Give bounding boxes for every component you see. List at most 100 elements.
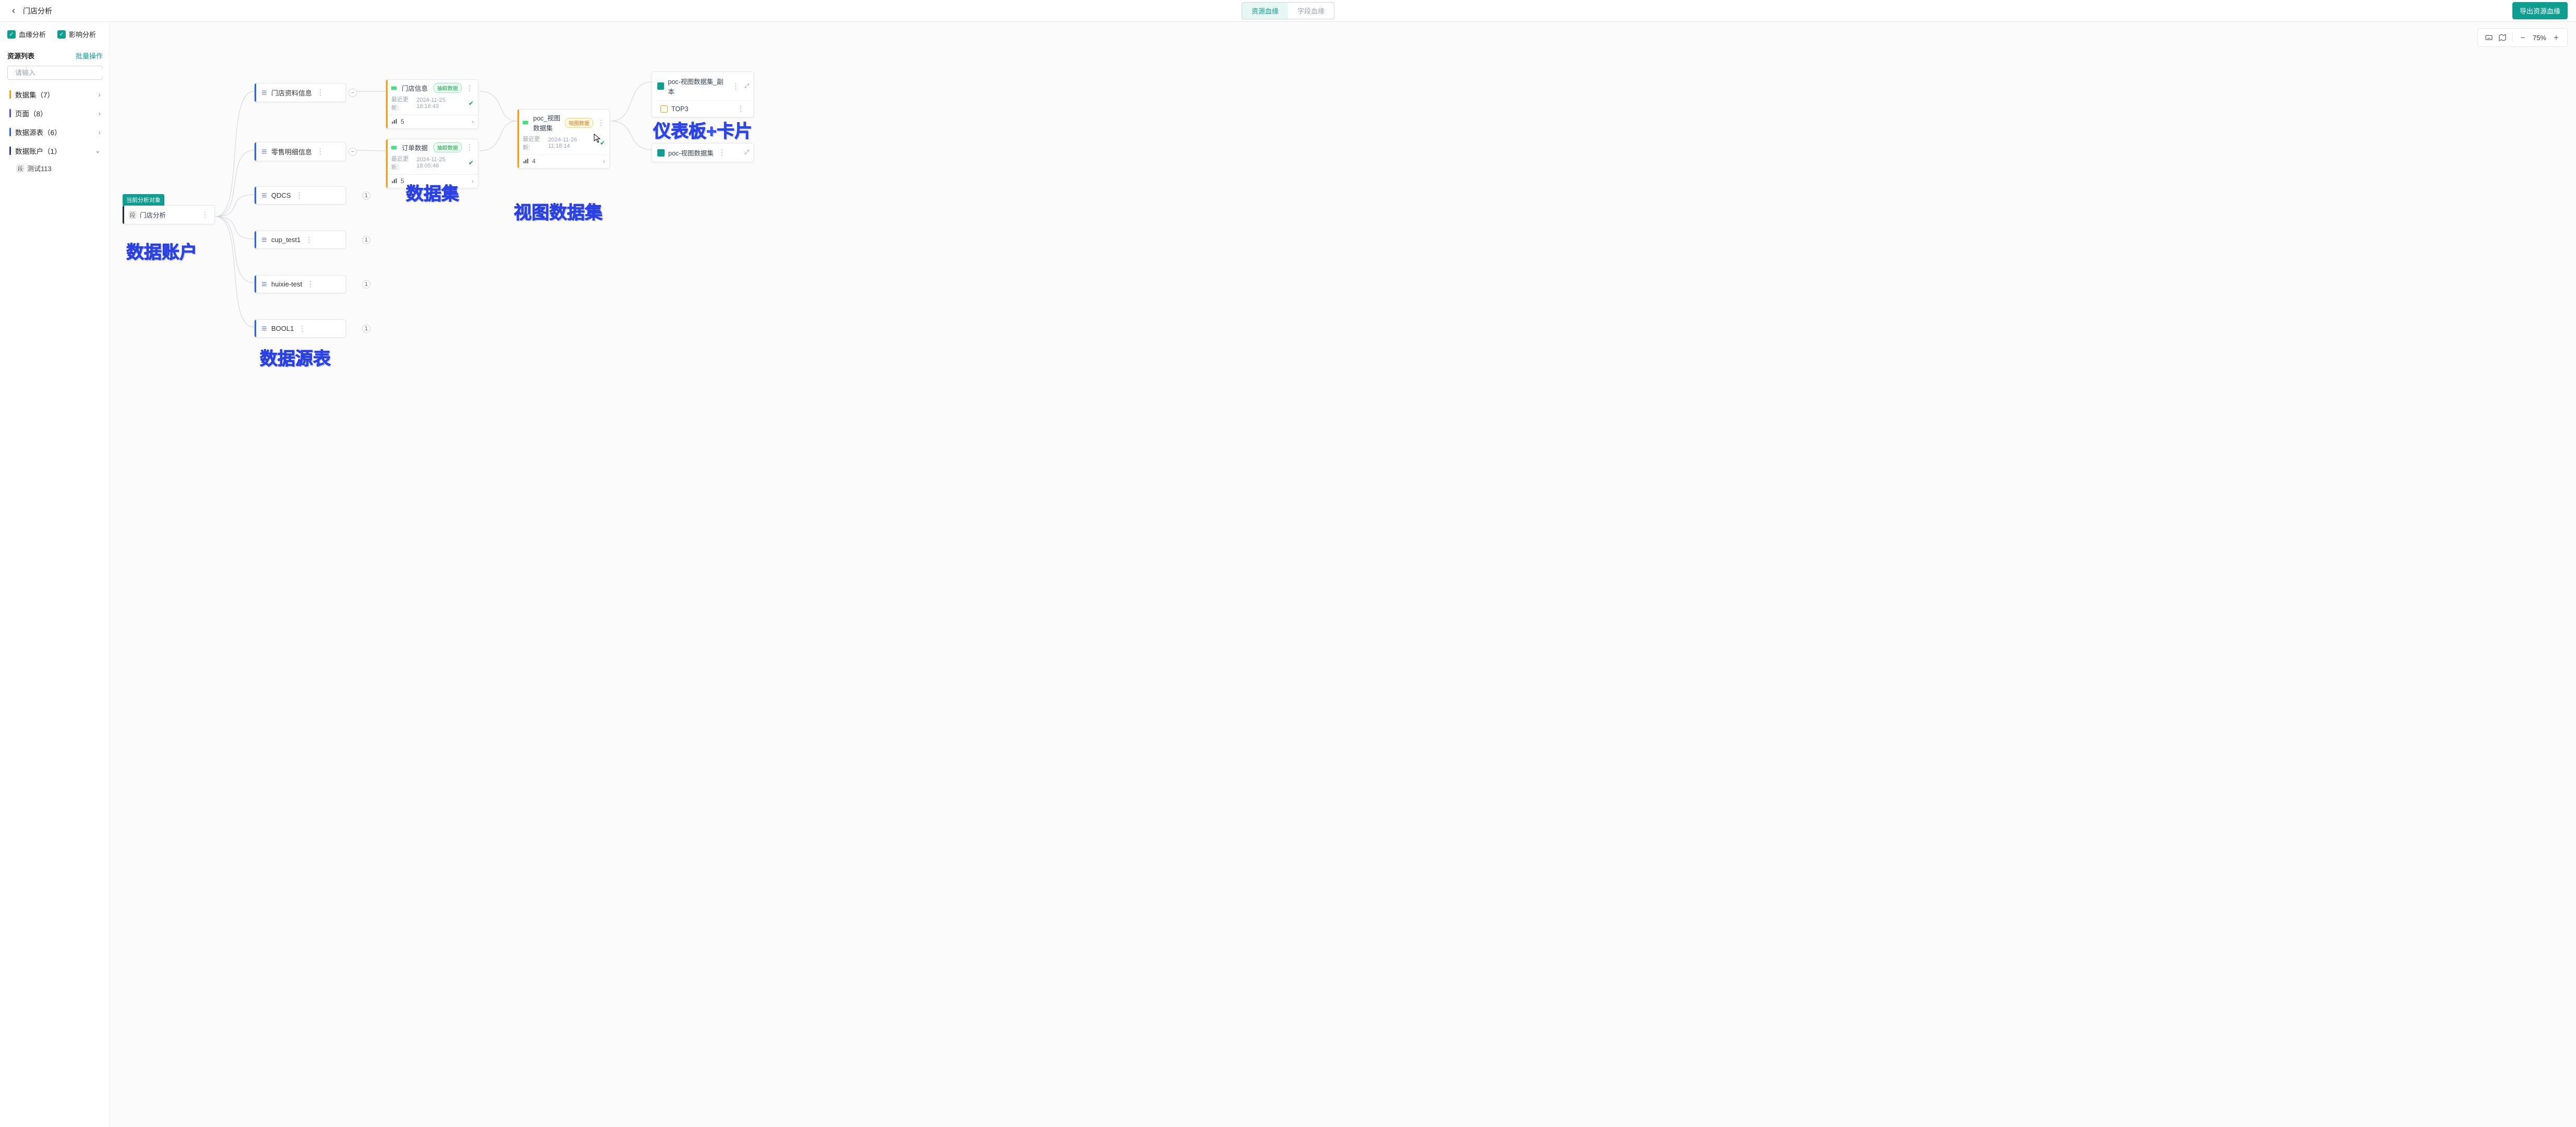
tree-item-label: 页面（8） [15, 108, 47, 118]
table-node-name: huixie-test [271, 280, 302, 288]
node-more-button[interactable]: ⋮ [316, 88, 326, 97]
updated-label: 最近更新: [391, 95, 414, 112]
node-more-button[interactable]: ⋮ [731, 82, 741, 91]
tree-sub-label: 测试113 [27, 163, 52, 173]
status-ok-icon: ✔ [468, 100, 474, 107]
tree-item[interactable]: 数据账户（1）⌄ [7, 141, 103, 160]
checkbox-lineage-label: 血缘分析 [19, 29, 46, 39]
dataset-icon [391, 86, 399, 91]
table-icon [261, 236, 268, 243]
check-icon: ✓ [57, 30, 66, 39]
expand-collapse-button[interactable]: ⤢ [744, 149, 749, 156]
lineage-tabs: 资源血缘 字段血缘 [1242, 2, 1334, 19]
table-node-name: 门店资料信息 [271, 88, 312, 98]
toolbar-divider [2512, 33, 2513, 42]
search-input[interactable] [15, 69, 107, 77]
dataset-name: 门店信息 [402, 83, 430, 93]
node-more-button[interactable]: ⋮ [316, 147, 326, 156]
node-more-button[interactable]: ⋮ [465, 83, 475, 92]
tree-item-label: 数据源表（6） [15, 127, 62, 137]
dataset-name: 订单数据 [402, 142, 430, 152]
updated-time: 2024-11-25 18:16:43 [416, 97, 466, 110]
bulk-action-link[interactable]: 批量操作 [76, 51, 103, 61]
account-icon: 段 [17, 165, 24, 172]
extract-pill: 抽取数据 [434, 83, 462, 93]
node-more-button[interactable]: ⋮ [596, 118, 606, 127]
table-node-name: BOOL1 [271, 325, 294, 332]
node-more-button[interactable]: ⋮ [736, 104, 746, 113]
checkbox-lineage[interactable]: ✓ 血缘分析 [7, 29, 46, 39]
resource-list-header: 资源列表 批量操作 [7, 51, 103, 61]
source-table-node[interactable]: QDCS ⋮ 1 [254, 186, 346, 205]
collapse-button[interactable]: − [348, 148, 357, 156]
tree-item-label: 数据账户（1） [15, 146, 62, 156]
dashboard-card-item[interactable]: TOP3 ⋮ [655, 100, 750, 117]
source-table-node[interactable]: 零售明细信息 ⋮ − [254, 142, 346, 161]
page-header: 门店分析 资源血缘 字段血缘 导出资源血缘 [0, 0, 2576, 22]
expand-button[interactable]: › [472, 118, 474, 125]
tree-sub-item[interactable]: 段测试113 [7, 160, 103, 176]
chevron-icon: › [99, 110, 101, 117]
table-node-name: 零售明细信息 [271, 147, 312, 157]
plus-icon [2553, 34, 2560, 41]
updated-time: 2024-11-26 11:18:14 [548, 137, 598, 149]
zoom-level-label: 75% [2530, 34, 2549, 42]
expand-button[interactable]: › [603, 158, 605, 165]
chevron-icon: › [99, 128, 101, 136]
tree-item[interactable]: 页面（8） › [7, 104, 103, 123]
table-icon [261, 148, 268, 155]
tree-item[interactable]: 数据集（7）› [7, 85, 103, 104]
tree-item[interactable]: 数据源表（6） › [7, 123, 103, 141]
dashboard-name: poc-视图数据集_副本 [668, 76, 727, 96]
node-more-button[interactable]: ⋮ [717, 148, 727, 157]
root-node[interactable]: 当前分析对象 段 门店分析 ⋮ [122, 205, 215, 224]
dashboard-name: poc-视图数据集 [668, 148, 714, 158]
table-node-name: QDCS [271, 191, 291, 199]
table-icon [261, 192, 268, 199]
resource-tree: 数据集（7）›页面（8）›数据源表（6）›数据账户（1）⌄段测试113 [7, 85, 103, 176]
source-table-node[interactable]: 门店资料信息 ⋮ − [254, 83, 346, 102]
table-icon [261, 89, 268, 96]
card-name: TOP3 [671, 105, 688, 113]
expand-collapse-button[interactable]: ⤢ [744, 83, 749, 90]
node-more-button[interactable]: ⋮ [200, 210, 210, 219]
checkbox-impact[interactable]: ✓ 影响分析 [57, 29, 96, 39]
export-button[interactable]: 导出资源血缘 [2512, 2, 2568, 19]
expand-button[interactable]: › [472, 177, 474, 185]
keyboard-shortcut-button[interactable] [2482, 31, 2496, 44]
updated-time: 2024-11-25 18:05:46 [416, 157, 466, 169]
node-more-button[interactable]: ⋮ [465, 143, 475, 152]
back-button[interactable] [8, 6, 19, 16]
dataset-icon [523, 120, 530, 125]
view-pill: 视图数据 [565, 118, 593, 128]
tab-resource-lineage[interactable]: 资源血缘 [1242, 3, 1288, 19]
dashboard-node[interactable]: poc-视图数据集_副本 ⋮ ⤢ TOP3 ⋮ [652, 71, 754, 117]
zoom-in-button[interactable] [2549, 31, 2563, 44]
tab-field-lineage[interactable]: 字段血缘 [1288, 3, 1334, 19]
dashboard-node[interactable]: poc-视图数据集 ⋮ ⤢ [652, 143, 754, 162]
lineage-canvas[interactable]: 75% [110, 22, 2576, 1127]
node-more-button[interactable]: ⋮ [304, 235, 314, 244]
updated-label: 最近更新: [523, 135, 546, 151]
dataset-count: 5 [401, 177, 404, 185]
dataset-count: 5 [401, 118, 404, 125]
minimap-button[interactable] [2496, 31, 2509, 44]
table-node-name: cup_test1 [271, 236, 300, 244]
updated-label: 最近更新: [391, 154, 414, 171]
zoom-out-button[interactable] [2516, 31, 2530, 44]
node-more-button[interactable]: ⋮ [306, 280, 316, 289]
node-more-button[interactable]: ⋮ [295, 191, 305, 200]
collapse-button[interactable]: − [348, 89, 357, 97]
minus-icon [2519, 34, 2526, 41]
view-dataset-name: poc_视图数据集 [533, 113, 562, 133]
status-ok-icon: ✔ [468, 159, 474, 166]
source-table-node[interactable]: cup_test1 ⋮ 1 [254, 231, 346, 249]
label-viewdataset: 视图数据集 [514, 198, 603, 224]
node-more-button[interactable]: ⋮ [297, 324, 307, 333]
search-box[interactable] [7, 66, 103, 80]
source-table-node[interactable]: huixie-test ⋮ 1 [254, 275, 346, 293]
chart-icon [523, 158, 529, 164]
label-dataset: 数据集 [406, 179, 459, 205]
dataset-node[interactable]: 门店信息 抽取数据 ⋮ 最近更新: 2024-11-25 18:16:43 ✔ … [386, 79, 478, 129]
source-table-node[interactable]: BOOL1 ⋮ 1 [254, 319, 346, 338]
